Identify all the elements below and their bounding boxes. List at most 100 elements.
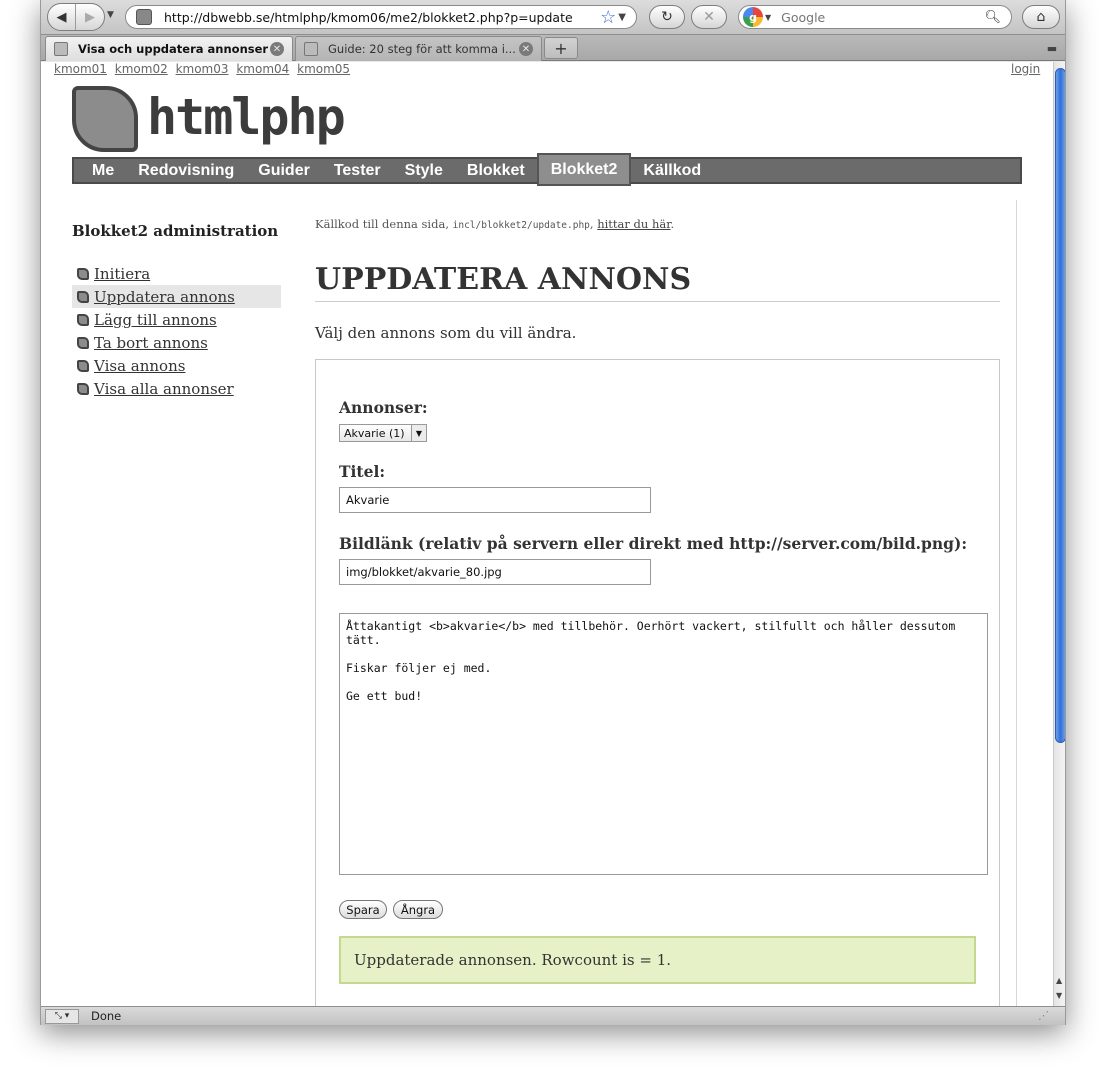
address-bar[interactable]: http://dbwebb.se/htmlphp/kmom06/me2/blok… — [125, 5, 637, 29]
arrow-right-icon: ▶ — [85, 9, 95, 25]
sidebar-item-label[interactable]: Visa annons — [94, 357, 185, 375]
close-tab-icon[interactable]: ✕ — [519, 42, 533, 56]
tab-title: Guide: 20 steg för att komma i... — [328, 42, 516, 56]
ads-selected-value: Akvarie (1) — [344, 426, 405, 440]
logo-icon[interactable] — [72, 86, 138, 152]
sidebar-item-visa[interactable]: Visa annons — [72, 354, 281, 377]
sidebar-item-label[interactable]: Initiera — [94, 265, 150, 283]
bullet-icon — [77, 382, 89, 395]
bullet-icon — [77, 290, 89, 303]
topnav-link[interactable]: kmom03 — [176, 62, 229, 76]
undo-button[interactable]: Ångra — [393, 900, 443, 919]
resize-grip-icon[interactable]: ⋰ — [1038, 1009, 1049, 1022]
nav-item-tester[interactable]: Tester — [322, 159, 393, 182]
nav-item-redovisning[interactable]: Redovisning — [126, 159, 246, 182]
top-navigation: kmom01 kmom02 kmom03 kmom04 kmom05 — [54, 62, 354, 76]
history-dropdown-icon[interactable]: ▼ — [107, 10, 114, 20]
search-icon[interactable]: 🔍︎ — [984, 10, 1001, 25]
ads-select[interactable]: Akvarie (1) ▼ — [339, 424, 427, 442]
tab-strip: Visa och uppdatera annonser ✕ Guide: 20 … — [41, 34, 1065, 61]
status-text: Done — [91, 1009, 122, 1023]
topnav-link[interactable]: kmom04 — [236, 62, 289, 76]
status-message: Uppdaterade annonsen. Rowcount is = 1. — [339, 936, 976, 984]
title-input[interactable] — [339, 487, 651, 513]
page-title: UPPDATERA ANNONS — [315, 262, 1000, 302]
image-link-input[interactable] — [339, 559, 651, 585]
ads-label: Annonser: — [339, 398, 428, 417]
nav-item-blokket[interactable]: Blokket — [455, 159, 537, 182]
scroll-up-icon[interactable]: ▲ — [1056, 976, 1062, 985]
sidebar-item-uppdatera[interactable]: Uppdatera annons — [72, 285, 281, 308]
image-link-label: Bildlänk (relativ på servern eller direk… — [339, 534, 968, 553]
browser-window: ◀ ▶ ▼ http://dbwebb.se/htmlphp/kmom06/me… — [40, 0, 1066, 1025]
home-button[interactable]: ⌂ — [1022, 5, 1060, 29]
sidebar-menu: Initiera Uppdatera annons Lägg till anno… — [72, 262, 281, 400]
url-dropdown-icon[interactable]: ▼ — [618, 12, 626, 23]
sidebar-item-visa-alla[interactable]: Visa alla annonser — [72, 377, 281, 400]
source-note-prefix: Källkod till denna sida, — [315, 217, 449, 231]
tab-title: Visa och uppdatera annonser — [78, 42, 269, 56]
reload-icon: ↻ — [661, 9, 673, 25]
sidebar-item-label[interactable]: Uppdatera annons — [94, 288, 235, 306]
sidebar-item-lagg-till[interactable]: Lägg till annons — [72, 308, 281, 331]
sidebar-item-ta-bort[interactable]: Ta bort annons — [72, 331, 281, 354]
engine-dropdown-icon[interactable]: ▼ — [765, 13, 771, 22]
stop-button[interactable]: ✕ — [691, 5, 727, 29]
save-button[interactable]: Spara — [339, 900, 387, 919]
page-viewport: kmom01 kmom02 kmom03 kmom04 kmom05 login… — [41, 62, 1053, 1006]
reload-button[interactable]: ↻ — [649, 5, 685, 29]
browser-toolbar: ◀ ▶ ▼ http://dbwebb.se/htmlphp/kmom06/me… — [41, 0, 1065, 34]
bullet-icon — [77, 359, 89, 372]
search-bar[interactable]: g ▼ 🔍︎ — [738, 5, 1012, 29]
source-file: incl/blokket2/update.php — [452, 220, 590, 231]
status-tool-icon[interactable]: ⤡ ▾ — [45, 1008, 79, 1024]
tab-active[interactable]: Visa och uppdatera annonser ✕ — [45, 36, 293, 61]
url-text[interactable]: http://dbwebb.se/htmlphp/kmom06/me2/blok… — [164, 10, 600, 25]
source-link[interactable]: hittar du här — [597, 217, 670, 231]
search-input[interactable] — [779, 8, 985, 26]
topnav-link[interactable]: kmom02 — [115, 62, 168, 76]
nav-item-style[interactable]: Style — [393, 159, 455, 182]
nav-buttons: ◀ ▶ — [47, 3, 105, 31]
nav-item-me[interactable]: Me — [74, 159, 126, 182]
scroll-down-icon[interactable]: ▼ — [1056, 991, 1062, 1000]
tab-favicon-icon — [304, 42, 318, 56]
sidebar-item-label[interactable]: Lägg till annons — [94, 311, 217, 329]
nav-item-blokket2[interactable]: Blokket2 — [536, 153, 632, 186]
bullet-icon — [77, 267, 89, 280]
sidebar-title: Blokket2 administration — [72, 222, 279, 240]
stop-icon: ✕ — [703, 9, 715, 25]
tab-list-icon[interactable]: ▬ — [1043, 39, 1061, 57]
sidebar-item-label[interactable]: Visa alla annonser — [94, 380, 234, 398]
home-icon: ⌂ — [1036, 9, 1046, 25]
nav-item-kallkod[interactable]: Källkod — [631, 159, 713, 182]
sidebar-item-initiera[interactable]: Initiera — [72, 262, 281, 285]
bookmark-star-icon[interactable]: ☆ — [600, 7, 616, 28]
content-divider — [1016, 200, 1017, 1006]
status-bar: ⤡ ▾ Done ⋰ — [41, 1006, 1065, 1025]
chevron-down-icon: ▼ — [411, 425, 426, 441]
tab-inactive[interactable]: Guide: 20 steg för att komma i... ✕ — [295, 36, 542, 61]
tab-favicon-icon — [54, 42, 68, 56]
login-link[interactable]: login — [1011, 62, 1040, 76]
source-note: Källkod till denna sida, incl/blokket2/u… — [315, 217, 675, 231]
vertical-scrollbar[interactable]: ▲ ▼ — [1053, 62, 1065, 1006]
google-icon[interactable]: g — [743, 7, 763, 27]
back-button[interactable]: ◀ — [48, 4, 77, 30]
close-tab-icon[interactable]: ✕ — [270, 42, 284, 56]
bullet-icon — [77, 336, 89, 349]
sidebar-item-label[interactable]: Ta bort annons — [94, 334, 208, 352]
topnav-link[interactable]: kmom05 — [297, 62, 350, 76]
new-tab-button[interactable]: + — [544, 37, 578, 59]
site-title[interactable]: htmlphp — [147, 88, 346, 146]
topnav-link[interactable]: kmom01 — [54, 62, 107, 76]
intro-text: Välj den annons som du vill ändra. — [315, 324, 577, 342]
plus-icon: + — [554, 38, 568, 58]
scroll-thumb[interactable] — [1055, 68, 1065, 743]
forward-button[interactable]: ▶ — [76, 4, 104, 30]
arrow-left-icon: ◀ — [56, 9, 67, 25]
description-textarea[interactable]: Åttakantigt <b>akvarie</b> med tillbehör… — [339, 613, 988, 875]
title-label: Titel: — [339, 462, 386, 481]
bullet-icon — [77, 313, 89, 326]
nav-item-guider[interactable]: Guider — [246, 159, 322, 182]
